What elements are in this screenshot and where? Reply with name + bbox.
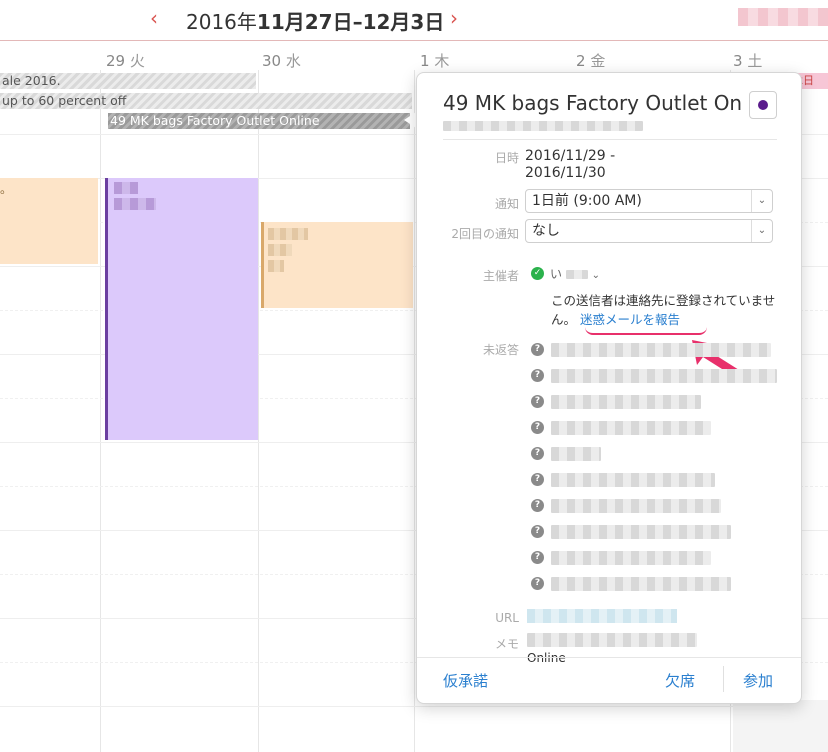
event-title-fragment: 。 <box>0 182 13 196</box>
accept-button[interactable]: 参加 <box>743 670 773 691</box>
prev-week-chevron-icon[interactable]: ‹ <box>150 6 158 30</box>
divider <box>443 139 777 140</box>
blurred-memo <box>527 633 697 647</box>
invitee-unknown-icon: ? <box>531 369 544 382</box>
timed-event-purple[interactable] <box>105 178 258 440</box>
blurred-event-title <box>268 260 284 272</box>
blurred-url-link[interactable] <box>527 609 677 623</box>
alert-select[interactable]: 1日前 (9:00 AM) ⌄ <box>525 189 773 213</box>
second-alert-label: 2回目の通知 <box>451 227 519 241</box>
event-detail-popover: 49 MK bags Factory Outlet On 日時 2016/11/… <box>416 72 802 704</box>
invitee-unknown-icon: ? <box>531 447 544 460</box>
blurred-invitee[interactable] <box>551 499 721 513</box>
invitee-unknown-icon: ? <box>531 395 544 408</box>
day-header-thu[interactable]: 1 木 <box>420 50 449 71</box>
blurred-invitee[interactable] <box>551 421 711 435</box>
date-range-line2[interactable]: 2016/11/30 <box>525 164 606 182</box>
grid-background-area <box>733 700 828 752</box>
calendar-color-button[interactable] <box>749 91 777 119</box>
blurred-organizer <box>565 270 588 279</box>
invitee-unknown-icon: ? <box>531 577 544 590</box>
invitee-unknown-icon: ? <box>531 551 544 564</box>
week-title-range: 11月27日–12月3日 <box>256 10 445 34</box>
report-junk-link[interactable]: 迷惑メールを報告 <box>580 312 680 327</box>
organizer-name-text: い <box>550 267 563 281</box>
unknown-sender-warning: この送信者は連絡先に登録されていません。 迷惑メールを報告 <box>551 291 781 329</box>
blurred-event-title <box>114 182 138 194</box>
calendar-color-dot-icon <box>758 100 768 110</box>
day-header-tue[interactable]: 29 火 <box>106 50 145 71</box>
organizer-accepted-check-icon: ✓ <box>531 267 544 280</box>
date-range-line1[interactable]: 2016/11/29 - <box>525 147 615 165</box>
second-alert-value: なし <box>532 223 560 239</box>
invitee-unknown-icon: ? <box>531 343 544 356</box>
blurred-invitee[interactable] <box>551 551 711 565</box>
blurred-event-title <box>268 228 308 240</box>
organizer-chevron-icon: ⌄ <box>591 270 601 281</box>
blurred-event-title <box>268 244 292 256</box>
popover-arrow <box>404 112 416 128</box>
blurred-invitee[interactable] <box>551 369 777 383</box>
grid-column-line <box>100 70 101 752</box>
day-header-wed[interactable]: 30 水 <box>262 50 301 71</box>
day-header-fri[interactable]: 2 金 <box>576 50 605 71</box>
invitee-unknown-icon: ? <box>531 525 544 538</box>
timed-event-peach[interactable]: 。 <box>0 178 98 264</box>
blurred-invitee[interactable] <box>551 525 731 539</box>
invitee-unknown-icon: ? <box>531 473 544 486</box>
no-reply-label: 未返答 <box>482 343 519 357</box>
invitee-unknown-icon: ? <box>531 421 544 434</box>
search-field-blurred[interactable] <box>738 8 828 26</box>
annotation-underline <box>585 327 707 335</box>
organizer-label: 主催者 <box>482 269 519 283</box>
footer-divider <box>723 666 724 692</box>
alert-label: 通知 <box>494 197 519 211</box>
tentative-button[interactable]: 仮承諾 <box>443 670 488 691</box>
url-label: URL <box>495 611 519 625</box>
hour-line <box>0 706 828 707</box>
grid-column-line <box>258 70 259 752</box>
blurred-invitee[interactable] <box>551 577 731 591</box>
chevron-down-icon: ⌄ <box>751 190 772 212</box>
decline-button[interactable]: 欠席 <box>665 670 695 691</box>
blurred-invitee[interactable] <box>551 343 771 357</box>
popover-footer: 仮承諾 欠席 参加 <box>417 657 801 703</box>
all-day-event[interactable]: up to 60 percent off <box>0 93 412 109</box>
date-label: 日時 <box>494 151 519 165</box>
week-title: 2016年11月27日–12月3日 <box>186 6 444 35</box>
blurred-invitee[interactable] <box>551 473 715 487</box>
all-day-event-selected[interactable]: 49 MK bags Factory Outlet Online <box>108 113 410 129</box>
invitee-unknown-icon: ? <box>531 499 544 512</box>
blurred-invitee[interactable] <box>551 447 601 461</box>
next-week-chevron-icon[interactable]: › <box>450 6 458 30</box>
timed-event-peach[interactable] <box>261 222 413 308</box>
calendar-header: ‹ 2016年11月27日–12月3日 › <box>0 0 828 41</box>
blurred-event-title <box>114 198 156 210</box>
week-title-year: 2016年 <box>186 10 257 34</box>
all-day-event[interactable]: ale 2016. <box>0 73 256 89</box>
grid-column-line <box>414 70 415 752</box>
chevron-down-icon: ⌄ <box>751 220 772 242</box>
day-header-sat[interactable]: 3 土 <box>733 50 762 71</box>
memo-label: メモ <box>494 637 519 651</box>
organizer-name[interactable]: い ⌄ <box>550 265 600 285</box>
blurred-location <box>443 121 643 131</box>
blurred-invitee[interactable] <box>551 395 701 409</box>
second-alert-select[interactable]: なし ⌄ <box>525 219 773 243</box>
event-title[interactable]: 49 MK bags Factory Outlet On <box>443 91 743 115</box>
alert-select-value: 1日前 (9:00 AM) <box>532 193 642 209</box>
